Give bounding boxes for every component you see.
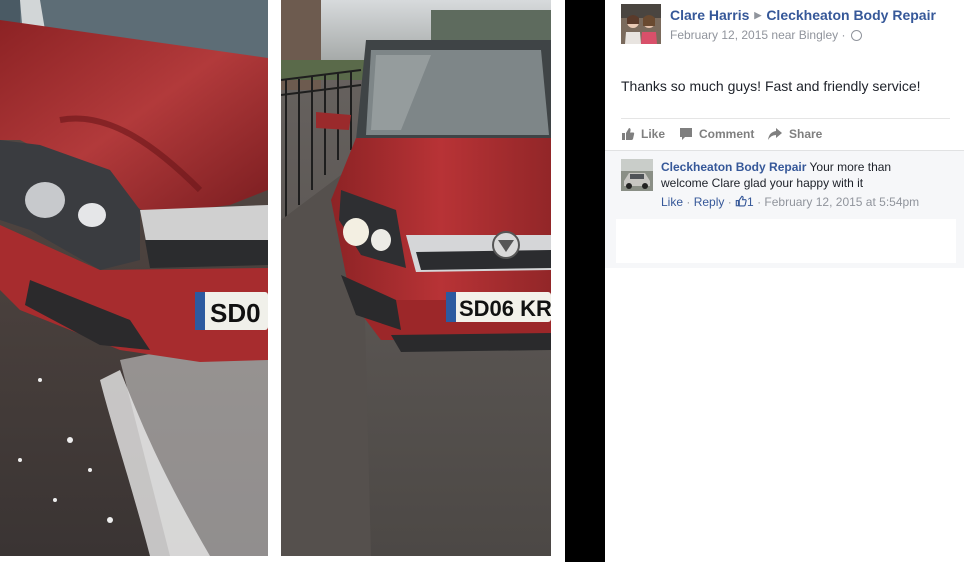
comment-reply-link[interactable]: Reply	[694, 195, 725, 209]
comment-like-link[interactable]: Like	[661, 195, 683, 209]
comment-author-link[interactable]: Cleckheaton Body Repair	[661, 160, 806, 174]
comment-meta: Like · Reply · 1 · February 12, 2015 at …	[661, 195, 920, 209]
commenter-avatar[interactable]	[621, 159, 653, 191]
comment-like-count[interactable]: 1	[747, 195, 754, 209]
thumbs-up-icon	[622, 128, 635, 140]
repaired-car-photo[interactable]: SD06 KR	[281, 0, 551, 556]
page-name-link[interactable]: Cleckheaton Body Repair	[766, 7, 936, 23]
like-button[interactable]: Like	[621, 127, 665, 141]
author-name-link[interactable]: Clare Harris	[670, 7, 749, 23]
share-label: Share	[789, 127, 823, 141]
reply-input-box[interactable]	[616, 219, 956, 263]
triangle-right-icon: ▶	[754, 10, 762, 20]
meta-separator: ·	[841, 28, 846, 42]
post-header: Clare Harris ▶ Cleckheaton Body Repair Feb…	[621, 4, 964, 48]
post-meta: February 12, 2015 near Bingley ·	[670, 28, 862, 42]
author-avatar[interactable]	[621, 4, 661, 44]
share-arrow-icon	[768, 128, 782, 140]
comment-body: Cleckheaton Body Repair Your more than w…	[661, 159, 941, 191]
post-date-link[interactable]: February 12, 2015	[670, 28, 768, 42]
photo-area: SD0 SD06 KR	[0, 0, 605, 562]
comment-label: Comment	[699, 127, 755, 141]
left-plate-text: SD0	[210, 298, 261, 328]
damaged-car-photo[interactable]: SD0	[0, 0, 268, 556]
comments-section: Cleckheaton Body Repair Your more than w…	[605, 150, 964, 268]
share-button[interactable]: Share	[767, 127, 822, 141]
like-label: Like	[641, 127, 666, 141]
comment-button[interactable]: Comment	[679, 127, 754, 141]
comment-timestamp[interactable]: February 12, 2015 at 5:54pm	[764, 195, 919, 209]
post-text: Thanks so much guys! Fast and friendly s…	[621, 78, 921, 94]
like-outline-icon	[735, 195, 747, 207]
comment-bubble-icon	[680, 128, 692, 140]
post-actions: Like Comment Share	[621, 118, 950, 151]
globe-icon	[850, 30, 862, 41]
right-plate-text: SD06 KR	[459, 296, 551, 321]
post-names: Clare Harris ▶ Cleckheaton Body Repair	[670, 7, 936, 23]
post-location: near Bingley	[771, 28, 839, 42]
post-panel: Clare Harris ▶ Cleckheaton Body Repair Feb…	[605, 0, 974, 562]
